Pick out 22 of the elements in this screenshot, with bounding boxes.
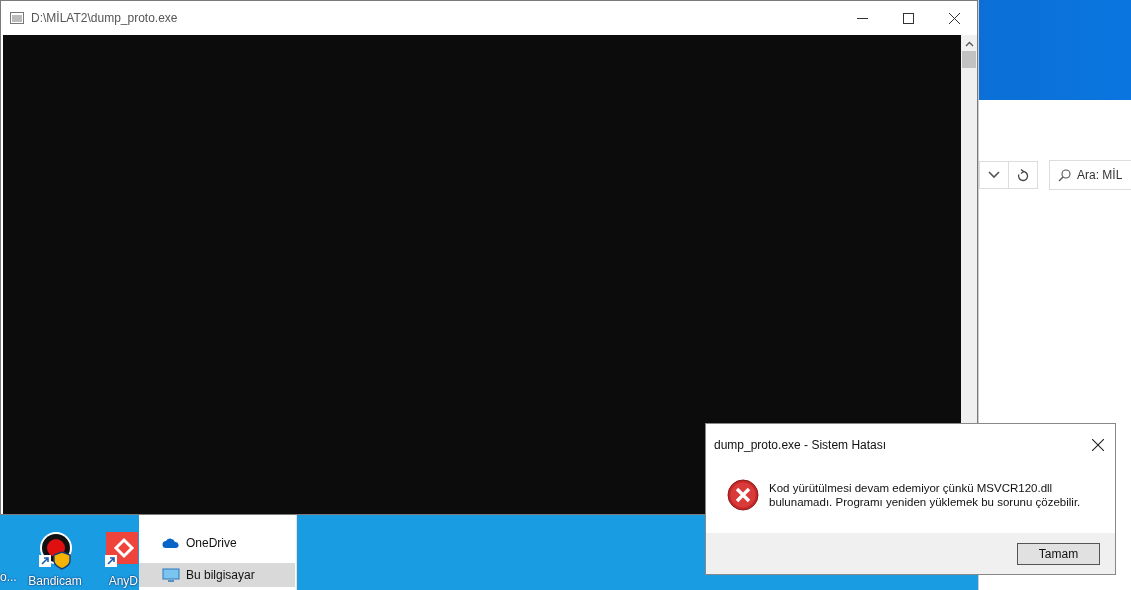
refresh-button[interactable]	[1008, 161, 1038, 189]
computer-icon	[162, 568, 180, 582]
search-icon	[1058, 168, 1071, 182]
maximize-icon	[902, 12, 914, 24]
scroll-up-icon[interactable]	[964, 41, 974, 47]
error-icon	[727, 478, 759, 511]
window-title: D:\MİLAT2\dump_proto.exe	[31, 11, 179, 25]
ok-button[interactable]: Tamam	[1017, 542, 1100, 565]
close-icon[interactable]	[1092, 439, 1104, 451]
cloud-icon	[162, 537, 180, 549]
record-icon	[38, 530, 72, 570]
nav-item[interactable]: OneDrive	[139, 531, 295, 555]
error-message: Kod yürütülmesi devam edemiyor çünkü MSVCR120.dll bulunamadı. Programı yeniden yüklemek bu sorunu çözebilir.	[769, 480, 1082, 509]
scroll-thumb[interactable]	[962, 51, 976, 68]
close-icon	[948, 12, 960, 24]
dropdown-button[interactable]	[979, 161, 1009, 189]
console-icon	[10, 12, 24, 24]
dialog-title: dump_proto.exe - Sistem Hatası	[714, 438, 887, 452]
refresh-icon	[1017, 168, 1029, 182]
nav-item[interactable]: Bu bilgisayar	[139, 563, 295, 587]
chevron-down-icon	[988, 171, 1000, 179]
search-box[interactable]: Ara: MİL	[1049, 160, 1131, 190]
